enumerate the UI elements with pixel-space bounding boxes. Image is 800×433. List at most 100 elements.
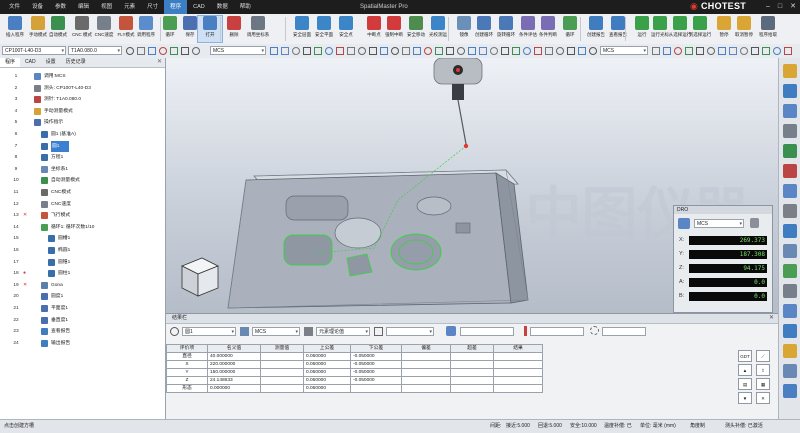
tree-row[interactable]: 1 调用:MCS [0, 71, 165, 82]
value-input[interactable] [530, 327, 584, 336]
side-tool-icon[interactable] [783, 344, 797, 358]
menu-item-9[interactable]: 数据 [211, 0, 234, 14]
left-tab-1[interactable]: CAD [20, 58, 41, 67]
tree-row[interactable]: 16 椭圆1 [0, 245, 165, 256]
ribbon-button-3[interactable]: CNC 模式 [70, 16, 94, 38]
minimize-icon[interactable]: – [766, 0, 770, 14]
ribbon-button-20[interactable]: 创建循环 [472, 16, 496, 38]
toolbar-tool-icon[interactable] [181, 47, 189, 55]
column-header[interactable]: 下公差 [350, 344, 402, 353]
menu-item-7[interactable]: 程序 [164, 0, 188, 14]
tree-row[interactable]: 6 圆1 (基准A) [0, 129, 165, 140]
ribbon-button-33[interactable]: 程序拾取 [756, 16, 780, 38]
toolbar-tool-icon[interactable] [424, 47, 432, 55]
menu-item-4[interactable]: 视图 [95, 0, 118, 14]
chart-button[interactable]: ⟋ [756, 350, 770, 362]
column-header[interactable]: 超差 [450, 344, 494, 353]
table-row[interactable]: Z 24.148633 0.050000 -0.050000 [166, 376, 543, 385]
toolbar-tool-icon[interactable] [784, 47, 792, 55]
tree-row[interactable]: 15 圆槽1 [0, 233, 165, 244]
column-header[interactable]: 偏差 [401, 344, 451, 353]
table-row[interactable]: 直径 40.000000 0.050000 -0.050000 [166, 352, 543, 361]
toolbar-tool-icon[interactable] [358, 47, 366, 55]
toolbar-tool-icon[interactable] [303, 47, 311, 55]
toolbar-tool-icon[interactable] [314, 47, 322, 55]
tree-row[interactable]: 13 ✕ 飞行模式 [0, 210, 165, 221]
toolbar-tool-icon[interactable] [578, 47, 586, 55]
menu-item-3[interactable]: 编辑 [72, 0, 95, 14]
ribbon-button-16[interactable]: 强制中断 [382, 16, 406, 38]
side-tool-icon[interactable] [783, 164, 797, 178]
toolbar-tool-icon[interactable] [457, 47, 465, 55]
toolbar-tool-icon[interactable] [468, 47, 476, 55]
column-header[interactable]: 上公差 [303, 344, 351, 353]
ribbon-button-24[interactable]: 循环 [558, 16, 582, 38]
toolbar-tool-icon[interactable] [126, 47, 134, 55]
side-tool-icon[interactable] [783, 304, 797, 318]
side-tool-icon[interactable] [783, 284, 797, 298]
side-tool-icon[interactable] [783, 124, 797, 138]
element-select[interactable]: 圆1 ▾ [182, 327, 236, 336]
tree-row[interactable]: 18 ● 圆柱1 [0, 268, 165, 279]
ribbon-button-11[interactable]: 调用坐标系 [246, 16, 270, 38]
toolbar-tool-icon[interactable] [402, 47, 410, 55]
toolbar-tool-icon[interactable] [325, 47, 333, 55]
ribbon-button-18[interactable]: 光校测运 [426, 16, 450, 38]
menu-item-5[interactable]: 元素 [118, 0, 141, 14]
toolbar-tool-icon[interactable] [718, 47, 726, 55]
tree-row[interactable]: 22 垂直度1 [0, 315, 165, 326]
tree-row[interactable]: 12 CNC速度 [0, 199, 165, 210]
ribbon-button-6[interactable]: 调用程序 [134, 16, 158, 38]
tree-row[interactable]: 20 圆度1 [0, 291, 165, 302]
side-tool-icon[interactable] [783, 184, 797, 198]
tree-row[interactable]: 5 操作指示 [0, 117, 165, 128]
toolbar-tool-icon[interactable] [663, 47, 671, 55]
side-tool-icon[interactable] [783, 384, 797, 398]
table-row[interactable]: Y 150.000000 0.050000 -0.050000 [166, 368, 543, 377]
tree-row[interactable]: 21 平面度1 [0, 303, 165, 314]
toolbar-tool-icon[interactable] [490, 47, 498, 55]
ribbon-button-30[interactable]: 到选择运行 [688, 16, 712, 38]
toolbar-tool-icon[interactable] [446, 47, 454, 55]
toolbar-tool-icon[interactable] [512, 47, 520, 55]
toolbar-tool-icon[interactable] [589, 47, 597, 55]
toolbar-tool-icon[interactable] [391, 47, 399, 55]
toolbar-tool-icon[interactable] [281, 47, 289, 55]
side-tool-icon[interactable] [783, 364, 797, 378]
side-tool-icon[interactable] [783, 104, 797, 118]
tree-row[interactable]: 14 循环1: 循环次数1/10 [0, 222, 165, 233]
column-header[interactable]: 评价项 [166, 344, 208, 353]
ribbon-button-10[interactable]: 删除 [222, 16, 246, 38]
tip-select[interactable]: T1A0.080.0 ▾ [68, 46, 122, 55]
close-icon[interactable]: ✕ [790, 0, 796, 14]
toolbar-tool-icon[interactable] [159, 47, 167, 55]
side-tool-icon[interactable] [783, 224, 797, 238]
tree-row[interactable]: 8 方程1 [0, 152, 165, 163]
toolbar-tool-icon[interactable] [501, 47, 509, 55]
tree-row[interactable]: 17 圆锥1 [0, 257, 165, 268]
ribbon-button-13[interactable]: 安全平面 [312, 16, 336, 38]
column-header[interactable]: 结果 [493, 344, 543, 353]
table-row[interactable]: X 220.000000 0.050000 -0.050000 [166, 360, 543, 369]
toolbar-tool-icon[interactable] [380, 47, 388, 55]
toolbar-tool-icon[interactable] [413, 47, 421, 55]
toolbar-tool-icon[interactable] [270, 47, 278, 55]
side-tool-icon[interactable] [783, 264, 797, 278]
digits-input[interactable] [602, 327, 646, 336]
tree-row[interactable]: 10 自动测量模式 [0, 175, 165, 186]
close-icon[interactable]: ✕ [769, 314, 774, 323]
tree-row[interactable]: 2 测头: CP100T-L40-D3 [0, 83, 165, 94]
ribbon-button-0[interactable]: 插入程序 [3, 16, 27, 38]
side-tool-icon[interactable] [783, 244, 797, 258]
side-tool-icon[interactable] [783, 324, 797, 338]
ribbon-button-25[interactable]: 创建报告 [584, 16, 608, 38]
ribbon-button-21[interactable]: 旋转循环 [494, 16, 518, 38]
lock-icon[interactable] [750, 218, 759, 228]
toolbar-tool-icon[interactable] [567, 47, 575, 55]
menu-item-6[interactable]: 尺寸 [141, 0, 164, 14]
menu-item-10[interactable]: 帮助 [234, 0, 257, 14]
toolbar-tool-icon[interactable] [545, 47, 553, 55]
coord-select[interactable]: MCS ▾ [210, 46, 266, 55]
ribbon-button-2[interactable]: 自动模式 [46, 16, 70, 38]
tolerance-icon[interactable] [446, 326, 456, 336]
